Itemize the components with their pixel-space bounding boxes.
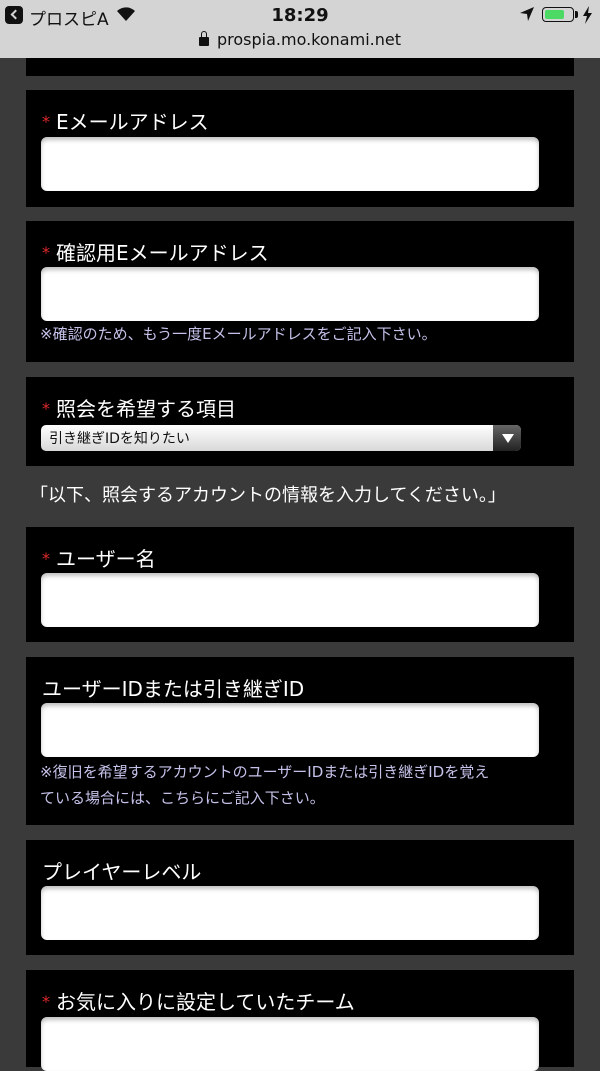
url-text: prospia.mo.konami.net <box>217 30 401 49</box>
email-confirm-label: * 確認用Eメールアドレス <box>42 241 269 265</box>
user-name-input[interactable] <box>41 573 539 627</box>
email-input[interactable] <box>41 137 539 191</box>
required-mark: * <box>42 112 50 131</box>
player-level-label: プレイヤーレベル <box>42 860 202 884</box>
required-mark: * <box>42 549 50 568</box>
card-email-confirm: * 確認用Eメールアドレス ※確認のため、もう一度Eメールアドレスをご記入下さい。 <box>26 221 574 362</box>
player-level-input[interactable] <box>41 886 539 940</box>
favorite-team-input[interactable] <box>41 1017 539 1071</box>
card-previous <box>26 58 574 76</box>
email-label: * Eメールアドレス <box>42 110 209 134</box>
inquiry-item-select[interactable]: 引き継ぎIDを知りたい <box>41 425 521 451</box>
card-inquiry-item: * 照会を希望する項目 引き継ぎIDを知りたい <box>26 377 574 466</box>
card-email: * Eメールアドレス <box>26 90 574 207</box>
user-id-note-line2: ている場合には、こちらにご記入下さい。 <box>40 789 325 807</box>
required-mark: * <box>42 243 50 262</box>
status-bar: プロスピA 18:29 prospia.mo.konami.net <box>0 0 600 58</box>
chevron-down-icon <box>493 425 521 451</box>
clock: 18:29 <box>271 5 329 26</box>
instruction-text: 「以下、照会するアカウントの情報を入力してください。」 <box>30 485 506 506</box>
address-bar[interactable]: prospia.mo.konami.net <box>0 30 600 49</box>
lock-icon <box>199 31 209 46</box>
inquiry-item-selected: 引き継ぎIDを知りたい <box>49 431 190 447</box>
email-confirm-note: ※確認のため、もう一度Eメールアドレスをご記入下さい。 <box>40 325 437 343</box>
email-confirm-input[interactable] <box>41 267 539 321</box>
location-arrow-icon <box>520 7 534 21</box>
required-mark: * <box>42 992 50 1011</box>
user-id-note-line1: ※復旧を希望するアカウントのユーザーIDまたは引き継ぎIDを覚え <box>40 763 490 781</box>
required-mark: * <box>42 399 50 418</box>
card-user-id: ユーザーIDまたは引き継ぎID ※復旧を希望するアカウントのユーザーIDまたは引… <box>26 657 574 825</box>
charging-bolt-icon <box>583 6 592 24</box>
user-id-input[interactable] <box>41 703 539 757</box>
user-name-label: * ユーザー名 <box>42 547 156 571</box>
card-favorite-team: * お気に入りに設定していたチーム <box>26 970 574 1071</box>
battery-cap <box>575 11 578 18</box>
favorite-team-label: * お気に入りに設定していたチーム <box>42 990 355 1014</box>
user-id-label: ユーザーIDまたは引き継ぎID <box>42 677 305 701</box>
battery-icon <box>542 7 574 22</box>
card-player-level: プレイヤーレベル <box>26 840 574 955</box>
inquiry-item-label: * 照会を希望する項目 <box>42 397 236 421</box>
card-user-name: * ユーザー名 <box>26 527 574 642</box>
